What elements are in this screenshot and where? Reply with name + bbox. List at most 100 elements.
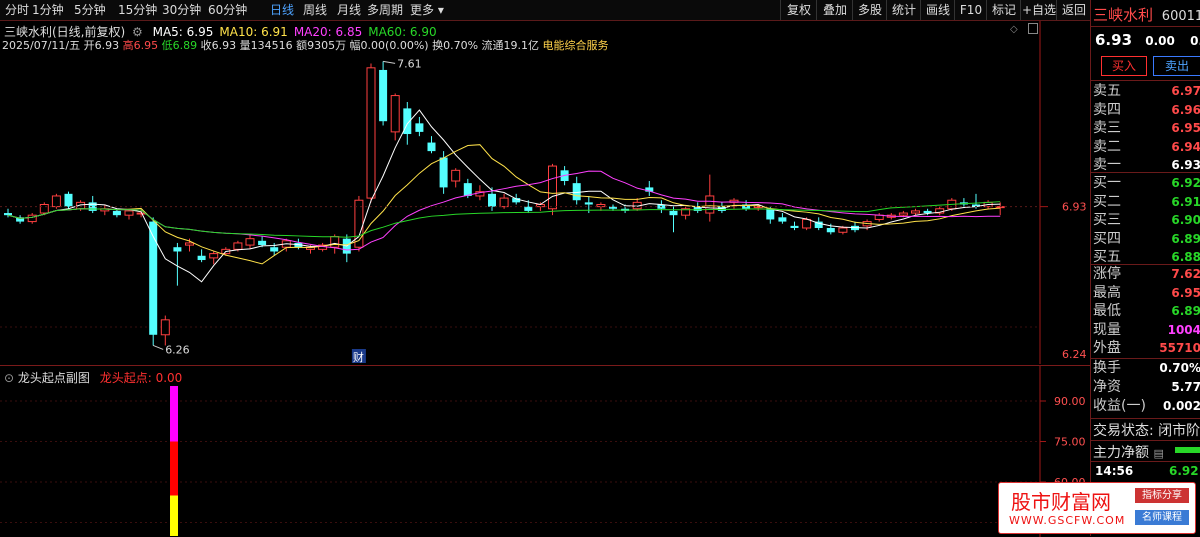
watermark-logo: 股市财富网 WWW.GSCFW.COM 指标分享 名师课程 (998, 482, 1196, 534)
candle-body (124, 210, 134, 216)
candle-body (330, 236, 340, 248)
candle-body (778, 217, 787, 222)
period-tab-1[interactable]: 1分钟 (32, 2, 64, 18)
bid-row-0[interactable]: 买一 6.92 (1093, 174, 1200, 193)
stat-row-1[interactable]: 最高 6.95 (1093, 284, 1200, 303)
period-tab-8[interactable]: 月线 (337, 2, 361, 18)
stat-value: 1004 (1167, 322, 1200, 337)
ask-label: 卖二 (1093, 138, 1121, 155)
toolbar-button-4[interactable]: 画线 (920, 0, 955, 20)
indicator-tick-label: 75.00 (1054, 436, 1086, 449)
period-tab-10[interactable]: 更多 ▾ (410, 2, 444, 18)
candle-body (39, 204, 49, 214)
main-net-label: 主力净额 (1093, 445, 1149, 461)
stat2-value: 5.77 (1171, 380, 1200, 394)
stat2-row-2[interactable]: 收益(一) 0.002 (1093, 397, 1200, 416)
stat2-row-0[interactable]: 换手 0.70% (1093, 359, 1200, 378)
stat-row-3[interactable]: 现量 1004 (1093, 321, 1200, 340)
period-tab-9[interactable]: 多周期 (367, 2, 403, 18)
main-chart-panel: 三峡水利(日线,前复权) ⚙ MA5: 6.95 MA10: 6.91 MA20: … (0, 21, 1090, 364)
toolbar-button-0[interactable]: 复权 (780, 0, 817, 20)
candle-body (427, 142, 436, 152)
ask-value: 6.95 (1171, 121, 1200, 135)
candle-body (112, 210, 121, 216)
quote-price: 6.93 (1095, 31, 1133, 49)
max-price-label: 7.61 (397, 57, 422, 70)
buy-button[interactable]: 买入 (1101, 56, 1147, 76)
indicator-panel: ⊙ 龙头起点副图 龙头起点: 0.00 90.0075.0060.0045.00 (0, 365, 1090, 537)
stat-value: 55710 (1159, 341, 1200, 355)
toolbar-button-2[interactable]: 多股 (852, 0, 887, 20)
stat-label: 最低 (1093, 303, 1121, 319)
indicator-chart[interactable]: 90.0075.0060.0045.00 (0, 366, 1090, 537)
stat2-value: 0.70% (1159, 361, 1200, 375)
candle-body (524, 206, 533, 211)
candle-body (197, 255, 206, 261)
candle-body (379, 69, 388, 122)
min-price-label: 6.26 (165, 343, 190, 356)
period-tab-4[interactable]: 30分钟 (162, 2, 201, 18)
tick-time: 14:56 (1095, 464, 1134, 478)
indicator-tick-label: 90.00 (1054, 395, 1086, 408)
bid-row-1[interactable]: 买二 6.91 (1093, 193, 1200, 212)
toolbar-button-6[interactable]: 标记 (986, 0, 1021, 20)
period-tab-7[interactable]: 周线 (303, 2, 327, 18)
candle-body (415, 123, 424, 132)
quote-change: 0.00 (1145, 34, 1175, 48)
bid-row-3[interactable]: 买四 6.89 (1093, 230, 1200, 249)
toolbar-button-3[interactable]: 统计 (886, 0, 921, 20)
bid-value: 6.91 (1171, 194, 1200, 209)
candlestick-chart[interactable]: 6.93 6.24 7.61 6.26 财 (0, 21, 1090, 364)
candle-body (258, 240, 267, 246)
candle-body (911, 210, 920, 214)
indicator-bar-segment (170, 386, 178, 442)
stat2-label: 换手 (1093, 360, 1121, 376)
bid-label: 买一 (1093, 175, 1121, 191)
ask-row-3[interactable]: 卖二 6.94 (1093, 138, 1200, 157)
quote-stock-name: 三峡水利 (1093, 6, 1154, 24)
stat-row-0[interactable]: 涨停 7.62 (1093, 265, 1200, 284)
candle-body (4, 213, 12, 216)
main-net-bar (1175, 447, 1200, 453)
toolbar-button-5[interactable]: F10 (954, 0, 987, 20)
candle-body (439, 157, 448, 188)
stat2-row-1[interactable]: 净资 5.77 (1093, 378, 1200, 397)
stat-row-2[interactable]: 最低 6.89 (1093, 302, 1200, 321)
stat-value: 6.89 (1171, 304, 1200, 318)
stat-label: 涨停 (1093, 266, 1121, 282)
period-tab-6[interactable]: 日线 (270, 2, 294, 18)
toolbar-button-7[interactable]: +自选 (1020, 0, 1057, 20)
bid-value: 6.92 (1171, 176, 1200, 190)
candle-body (584, 202, 593, 205)
bid-row-2[interactable]: 买三 6.90 (1093, 211, 1200, 230)
stat-value: 7.62 (1171, 267, 1200, 281)
ask-row-2[interactable]: 卖三 6.95 (1093, 119, 1200, 138)
stat-label: 最高 (1093, 284, 1121, 301)
ask-label: 卖五 (1093, 83, 1121, 99)
candle-body (499, 197, 509, 208)
stat-row-4[interactable]: 外盘 55710 (1093, 339, 1200, 358)
candle-body (669, 210, 678, 216)
candle-body (51, 195, 61, 208)
quote-stock-code: 60011 (1161, 9, 1200, 24)
trade-status: 交易状态: 闭市阶 (1093, 423, 1200, 439)
period-toolbar: 分时 1分钟 5分钟 15分钟 30分钟 60分钟 日线 周线 月线 多周期 更多 ▾ 复权 叠加 多股… (0, 0, 1090, 21)
stat-label: 现量 (1093, 321, 1121, 338)
period-tab-3[interactable]: 15分钟 (118, 2, 157, 18)
candle-body (790, 225, 799, 228)
toolbar-button-8[interactable]: 返回 (1056, 0, 1091, 20)
candle-body (245, 238, 255, 246)
period-tab-0[interactable]: 分时 (5, 2, 29, 18)
stat2-label: 收益(一) (1093, 398, 1146, 414)
list-icon[interactable]: ▤ (1153, 447, 1163, 460)
toolbar-button-1[interactable]: 叠加 (816, 0, 853, 20)
ask-row-1[interactable]: 卖四 6.96 (1093, 101, 1200, 120)
period-tab-5[interactable]: 60分钟 (208, 2, 247, 18)
candle-body (233, 242, 243, 250)
event-marker[interactable]: 财 (353, 350, 364, 364)
ask-row-0[interactable]: 卖五 6.97 (1093, 82, 1200, 101)
sell-button[interactable]: 卖出 (1153, 56, 1200, 76)
price-tick-label: 6.24 (1062, 348, 1087, 361)
period-tab-2[interactable]: 5分钟 (74, 2, 106, 18)
watermark-title: 股市财富网 (1011, 490, 1111, 514)
